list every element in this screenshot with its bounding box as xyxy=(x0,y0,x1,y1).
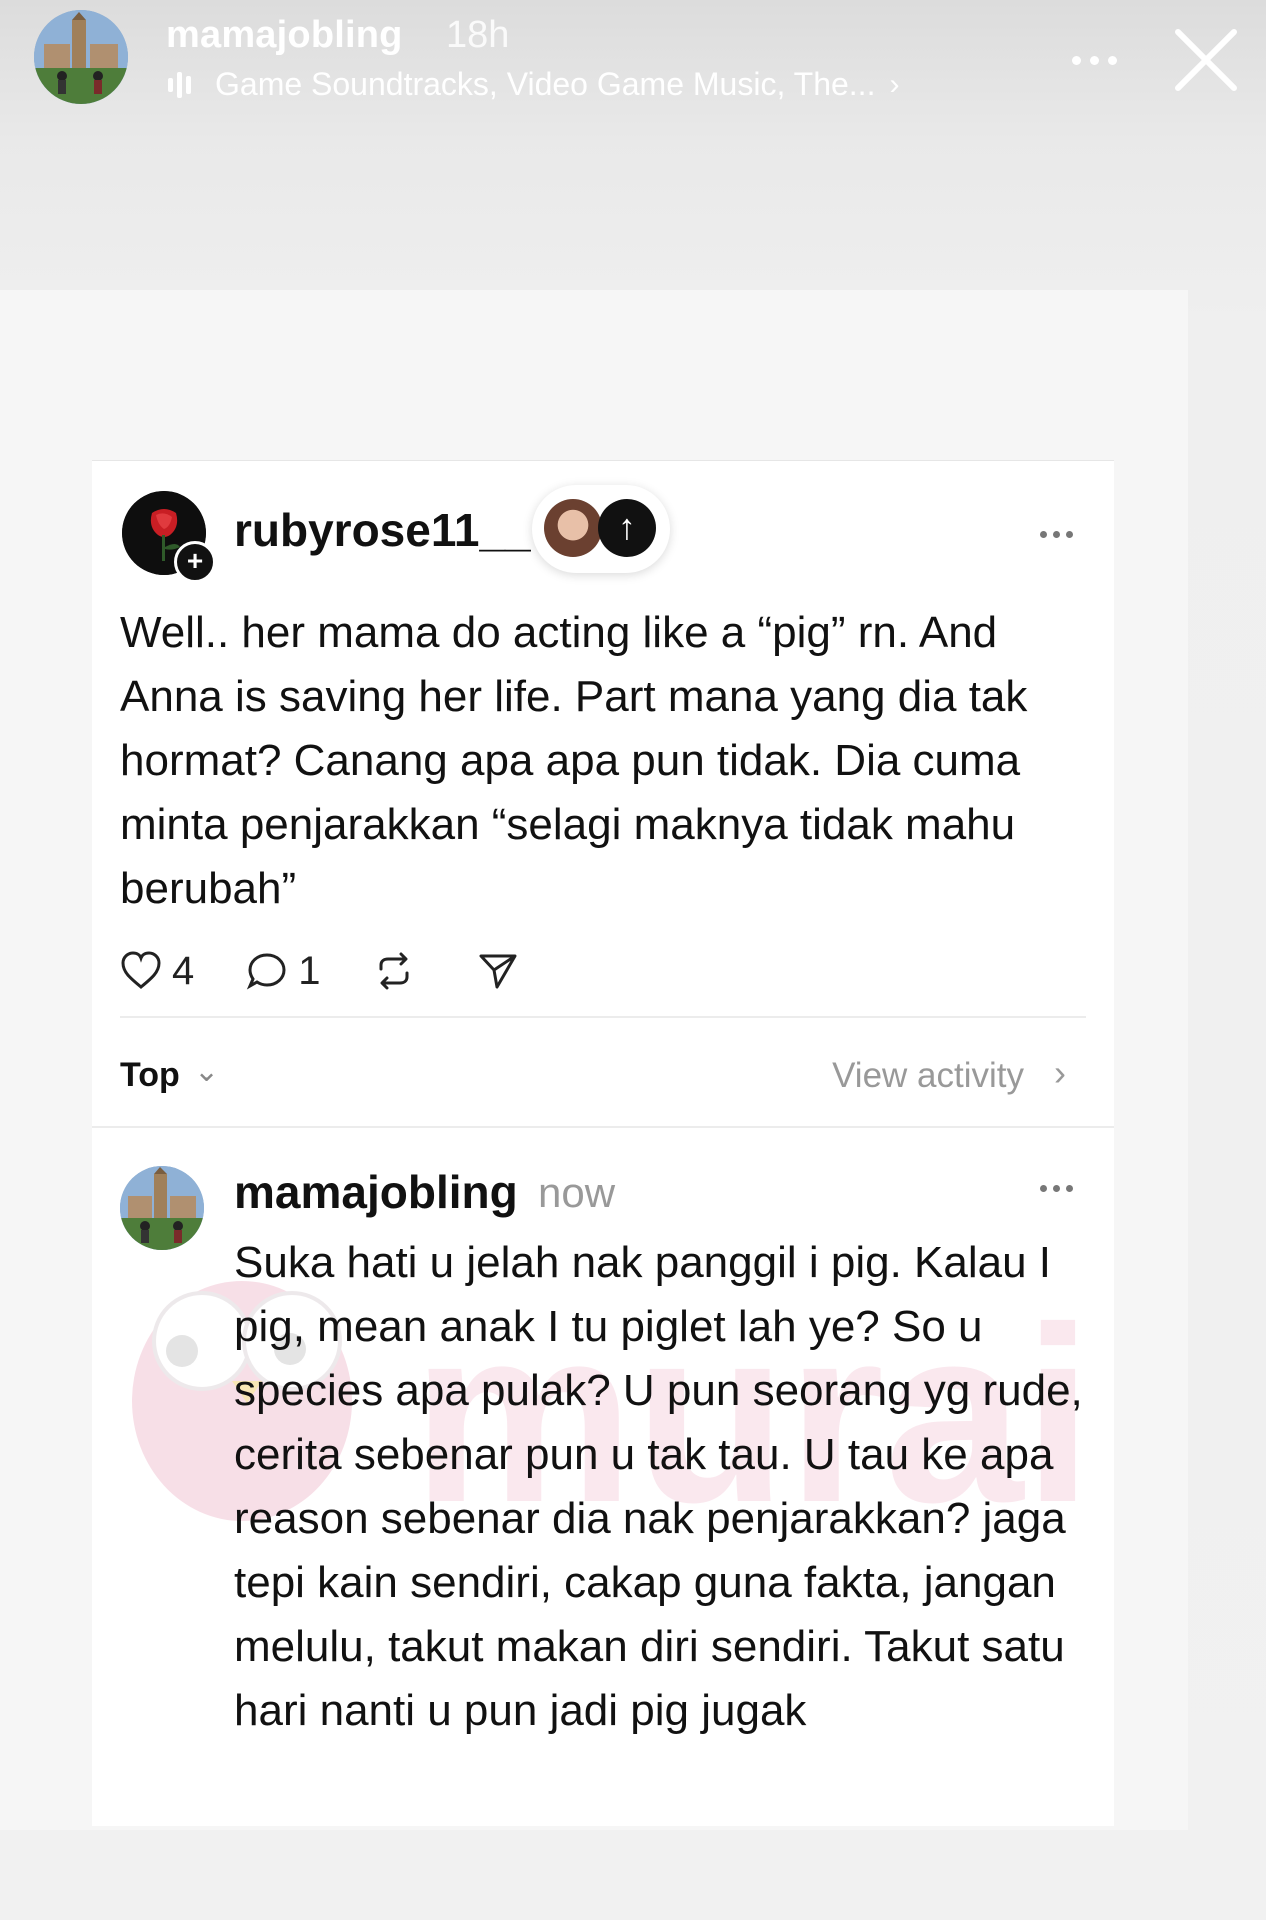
share-button[interactable] xyxy=(477,951,529,991)
chevron-right-icon[interactable]: › xyxy=(1054,1052,1066,1094)
reposters-badge[interactable]: ↑ xyxy=(532,485,670,573)
arrow-up-icon: ↑ xyxy=(598,499,656,557)
follow-plus-icon[interactable]: + xyxy=(174,541,216,583)
comment-icon xyxy=(247,953,286,990)
repost-icon xyxy=(379,952,408,990)
story-username[interactable]: mamajobling xyxy=(166,14,403,57)
story-header: mamajobling 18h Game Soundtracks, Video … xyxy=(0,0,1266,130)
more-dot xyxy=(1071,55,1081,65)
reply-more-button[interactable] xyxy=(1040,1185,1073,1192)
music-bars-icon xyxy=(168,71,191,99)
more-dot xyxy=(1107,55,1117,65)
reply-username[interactable]: mamajobling xyxy=(234,1165,518,1219)
reply-timestamp: now xyxy=(538,1169,616,1216)
reposter-avatar xyxy=(544,499,602,557)
more-dot xyxy=(1066,1185,1073,1192)
post-avatar[interactable]: + xyxy=(122,491,216,583)
more-dot xyxy=(1040,1185,1047,1192)
more-dot xyxy=(1089,55,1099,65)
like-button[interactable]: 4 xyxy=(120,949,194,994)
post-actions: 4 1 xyxy=(120,941,581,1001)
repost-button[interactable] xyxy=(373,951,425,991)
sort-dropdown[interactable]: Top xyxy=(120,1056,180,1095)
post-card: + rubyrose11__ ↑ Well.. her mama do acti… xyxy=(92,460,1114,1826)
music-link[interactable]: Game Soundtracks, Video Game Music, The.… xyxy=(168,66,899,103)
comment-button[interactable]: 1 xyxy=(246,948,321,994)
more-dot xyxy=(1066,531,1073,538)
post-more-button[interactable] xyxy=(1040,531,1073,538)
view-activity-link[interactable]: View activity xyxy=(832,1056,1024,1096)
story-avatar[interactable] xyxy=(34,10,128,104)
like-count: 4 xyxy=(172,948,195,993)
story-timestamp: 18h xyxy=(446,14,510,56)
chevron-down-icon[interactable]: ⌄ xyxy=(194,1054,219,1089)
post-text: Well.. her mama do acting like a “pig” r… xyxy=(120,608,1028,913)
music-chevron-icon: › xyxy=(889,67,900,101)
divider xyxy=(120,1016,1086,1018)
heart-icon xyxy=(121,951,161,989)
close-icon[interactable] xyxy=(1172,26,1240,94)
more-dot xyxy=(1053,1185,1060,1192)
more-dot xyxy=(1040,531,1047,538)
divider xyxy=(92,1126,1114,1128)
more-dot xyxy=(1053,531,1060,538)
post-username[interactable]: rubyrose11__ xyxy=(234,503,531,557)
music-title: Game Soundtracks, Video Game Music, The.… xyxy=(215,66,876,102)
replies-sort-row: Top ⌄ View activity › xyxy=(120,1046,1070,1106)
story-more-button[interactable] xyxy=(1064,38,1124,82)
send-icon xyxy=(479,954,516,989)
comment-count: 1 xyxy=(298,948,321,993)
reply-text: Suka hati u jelah nak panggil i pig. Kal… xyxy=(234,1238,1083,1735)
